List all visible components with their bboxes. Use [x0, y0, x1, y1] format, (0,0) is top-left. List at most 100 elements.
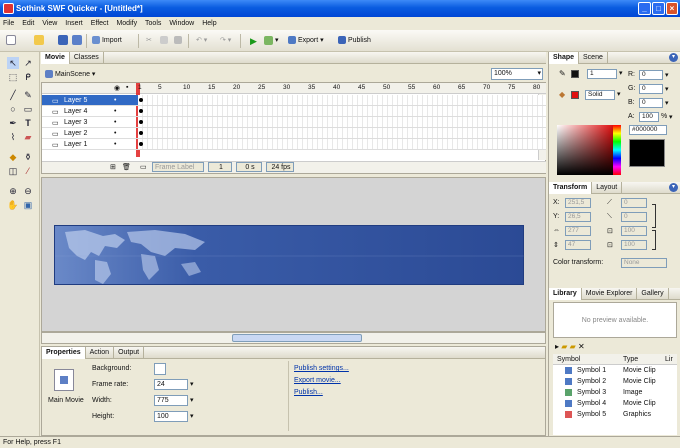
scale-h-input[interactable]: 100: [621, 240, 647, 250]
import-button[interactable]: Import: [92, 35, 122, 47]
add-layer-icon[interactable]: ⊞: [110, 163, 116, 171]
skew-link-bracket[interactable]: [652, 204, 656, 228]
test-movie-icon[interactable]: ▾: [264, 35, 278, 47]
keyframe-dot[interactable]: [139, 142, 143, 146]
eyedropper-icon[interactable]: ⁄: [22, 165, 34, 177]
a-input[interactable]: 100: [639, 112, 659, 122]
layer-row[interactable]: ▭ Layer 3 •: [42, 117, 138, 128]
width-input[interactable]: 775: [154, 395, 188, 406]
visibility-dot-icon[interactable]: •: [114, 128, 116, 139]
height-input[interactable]: 100: [154, 411, 188, 422]
copy-icon[interactable]: [160, 35, 168, 47]
visibility-dot-icon[interactable]: •: [114, 117, 116, 128]
keyframe-dot[interactable]: [139, 109, 143, 113]
frame-rate-input[interactable]: 24: [154, 379, 188, 390]
fill-type-select[interactable]: Solid: [585, 90, 615, 100]
scene-selector[interactable]: MainScene ▾: [45, 69, 95, 80]
banner-movie-clip[interactable]: [54, 225, 525, 285]
select-arrow-icon[interactable]: ↖: [7, 57, 19, 69]
y-input[interactable]: 26,5: [565, 212, 591, 222]
export-movie-link[interactable]: Export movie...: [294, 377, 341, 384]
hue-slider[interactable]: [613, 125, 621, 175]
paste-icon[interactable]: [174, 35, 182, 47]
skew-h-input[interactable]: 0: [621, 198, 647, 208]
marquee-icon[interactable]: ⬚: [7, 71, 19, 83]
menu-file[interactable]: File: [0, 17, 17, 30]
keyframe-dot[interactable]: [139, 131, 143, 135]
tab-classes[interactable]: Classes: [70, 52, 104, 64]
new-file-icon[interactable]: [6, 35, 16, 47]
col-link[interactable]: Lir: [665, 354, 673, 365]
frame-row[interactable]: [138, 139, 546, 150]
tab-scene[interactable]: Scene: [579, 52, 608, 64]
fill-color-swatch[interactable]: [571, 91, 579, 99]
menu-insert[interactable]: Insert: [62, 17, 86, 30]
zoom-out-icon[interactable]: ⊖: [22, 185, 34, 197]
maximize-button[interactable]: □: [652, 2, 665, 15]
layer-row[interactable]: ▭ Layer 5 •: [42, 95, 138, 106]
tab-library[interactable]: Library: [549, 288, 582, 300]
play-icon[interactable]: ▶: [250, 35, 257, 47]
menu-effect[interactable]: Effect: [88, 17, 112, 30]
layer-row[interactable]: ▭ Layer 2 •: [42, 128, 138, 139]
gradient-transform-icon[interactable]: ◫: [7, 165, 19, 177]
library-item[interactable]: Symbol 3 Image: [555, 387, 675, 398]
fill-type-dropdown-icon[interactable]: ▾: [617, 90, 621, 98]
save-all-icon[interactable]: [72, 35, 82, 47]
w-input[interactable]: 277: [565, 226, 591, 236]
library-item[interactable]: Symbol 1 Movie Clip: [555, 365, 675, 376]
hex-color-input[interactable]: #000000: [629, 125, 667, 135]
r-input[interactable]: 0: [639, 70, 663, 80]
redo-icon[interactable]: ↷ ▾: [220, 35, 231, 47]
scrollbar-thumb[interactable]: [232, 334, 362, 342]
rectangle-icon[interactable]: ▭: [22, 103, 34, 115]
a-spin-icon[interactable]: ▾: [669, 113, 673, 121]
paint-bucket-icon[interactable]: ◆: [7, 151, 19, 163]
zoom-select[interactable]: 100% ▾: [491, 68, 543, 80]
tab-gallery[interactable]: Gallery: [637, 288, 669, 300]
menu-window[interactable]: Window: [166, 17, 197, 30]
frame-row[interactable]: [138, 95, 546, 106]
export-button[interactable]: Export ▾: [288, 35, 324, 47]
new-symbol-icon[interactable]: ▰: [570, 342, 576, 351]
undo-icon[interactable]: ↶ ▾: [196, 35, 207, 47]
library-item[interactable]: Symbol 5 Graphics: [555, 409, 675, 420]
publish-link[interactable]: Publish...: [294, 389, 323, 396]
scale-w-input[interactable]: 100: [621, 226, 647, 236]
delete-icon[interactable]: ✕: [578, 342, 585, 351]
close-button[interactable]: ×: [666, 2, 678, 15]
panel-menu-icon[interactable]: ▾: [669, 53, 678, 62]
tab-transform[interactable]: Transform: [549, 182, 593, 194]
frame-rate-dropdown-icon[interactable]: ▾: [190, 380, 194, 388]
frame-row[interactable]: [138, 106, 546, 117]
keyframe-dot[interactable]: [139, 120, 143, 124]
r-spin-icon[interactable]: ▾: [665, 71, 669, 79]
delete-layer-icon[interactable]: 🗑: [122, 163, 131, 171]
tab-layout[interactable]: Layout: [592, 182, 623, 194]
color-transform-select[interactable]: None: [621, 258, 667, 268]
publish-settings-link[interactable]: Publish settings...: [294, 365, 349, 372]
tab-movie[interactable]: Movie: [41, 52, 70, 64]
skew-v-input[interactable]: 0: [621, 212, 647, 222]
publish-button[interactable]: Publish: [338, 35, 371, 47]
keyframe-dot[interactable]: [139, 98, 143, 102]
play-preview-icon[interactable]: ▸: [555, 342, 559, 351]
x-input[interactable]: 251,5: [565, 198, 591, 208]
open-folder-icon[interactable]: [34, 35, 44, 47]
width-dropdown-icon[interactable]: ▾: [190, 396, 194, 404]
g-spin-icon[interactable]: ▾: [665, 85, 669, 93]
h-input[interactable]: 47: [565, 240, 591, 250]
pencil-icon[interactable]: ✎: [22, 89, 34, 101]
g-input[interactable]: 0: [639, 84, 663, 94]
line-width-select[interactable]: 1: [587, 69, 617, 79]
library-item[interactable]: Symbol 2 Movie Clip: [555, 376, 675, 387]
line-tool-icon[interactable]: ╱: [7, 89, 19, 101]
panel-menu-icon[interactable]: ▾: [669, 183, 678, 192]
line-width-dropdown-icon[interactable]: ▾: [619, 69, 623, 77]
eraser-icon[interactable]: ▰: [22, 131, 34, 143]
hand-icon[interactable]: ✋: [7, 199, 19, 211]
ellipse-icon[interactable]: ○: [7, 103, 19, 115]
tab-properties[interactable]: Properties: [42, 347, 86, 359]
tab-shape[interactable]: Shape: [549, 52, 580, 64]
frame-row[interactable]: [138, 117, 546, 128]
